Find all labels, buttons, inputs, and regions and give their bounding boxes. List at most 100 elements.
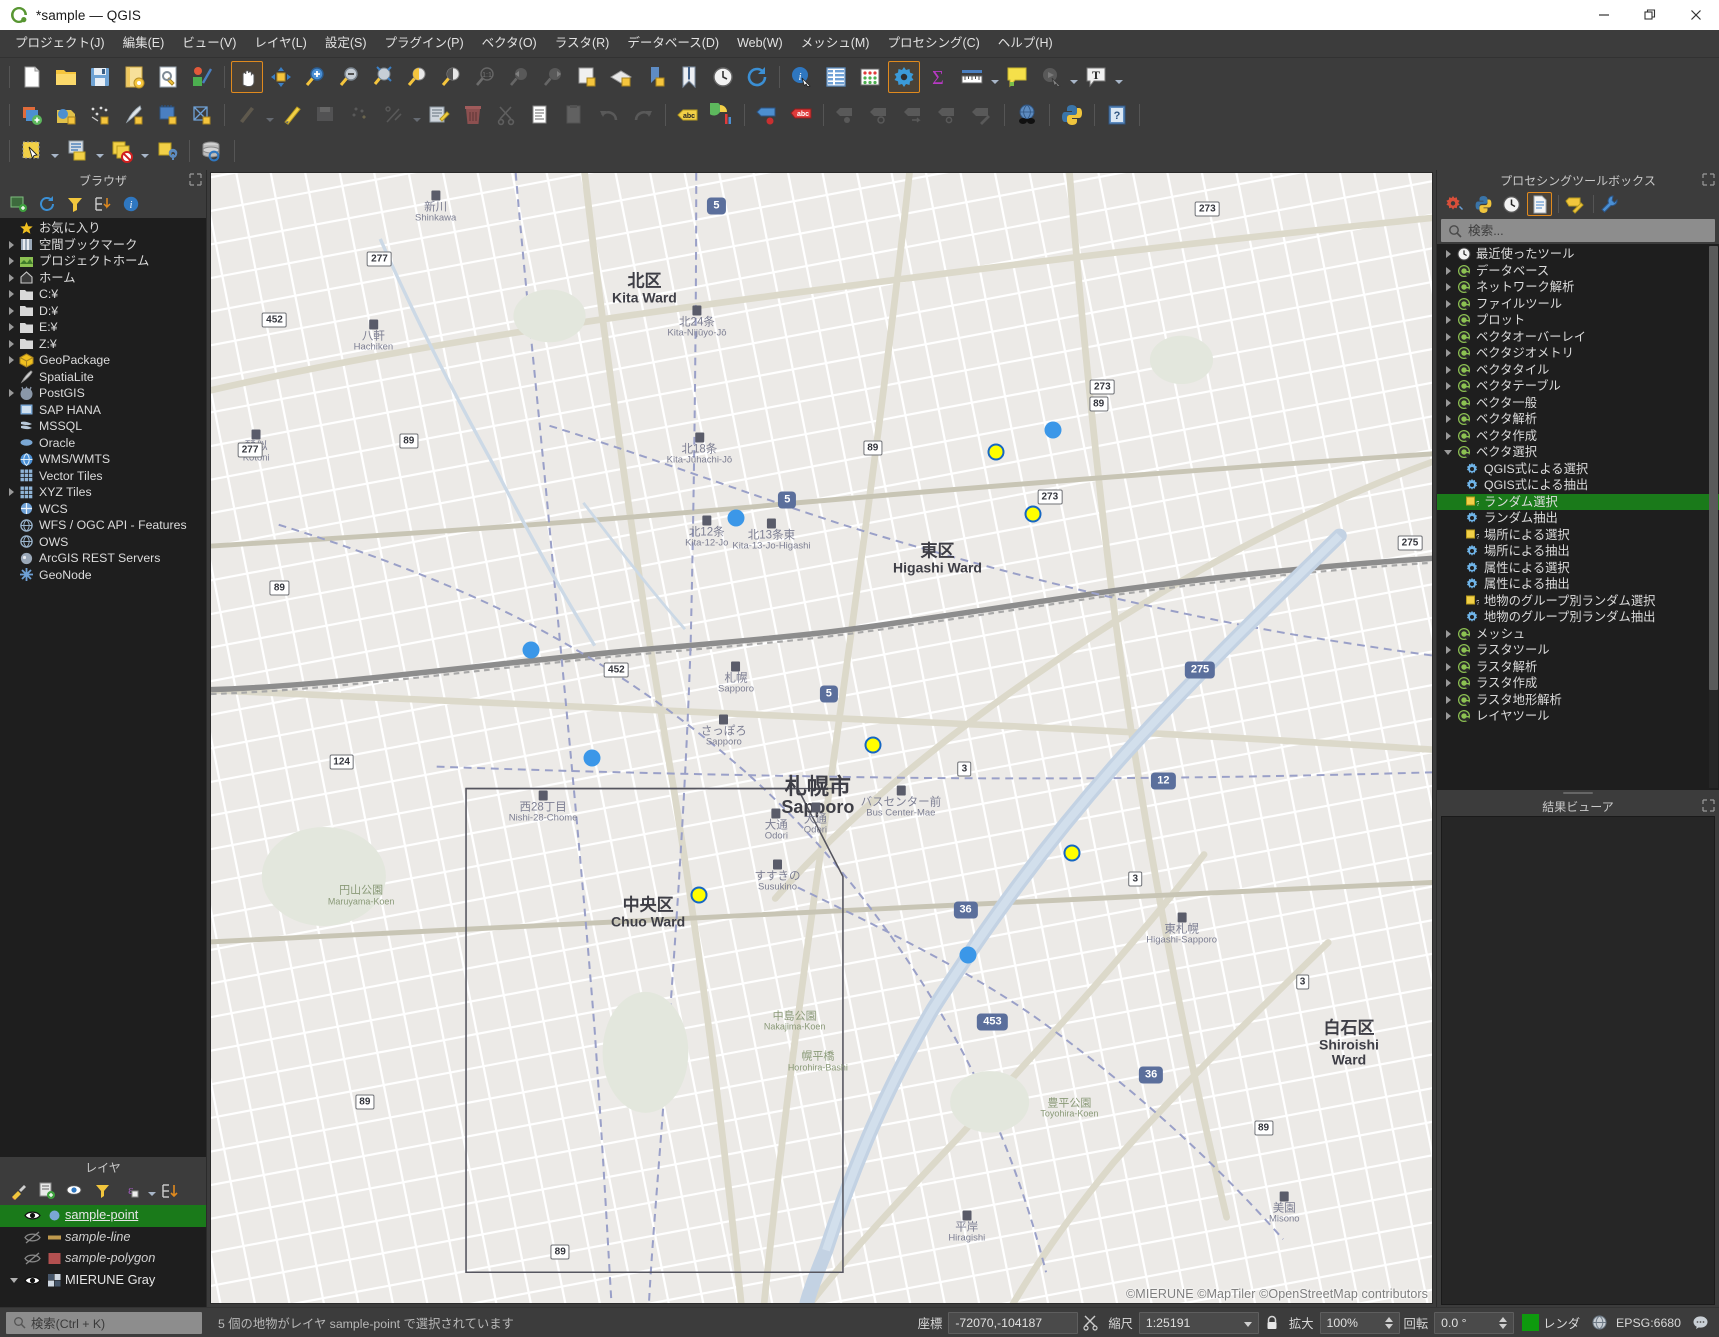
expander-icon[interactable] <box>4 385 18 401</box>
vertex-tool-dropdown-arrow[interactable] <box>411 99 422 131</box>
expander-icon[interactable] <box>1441 411 1455 427</box>
toolbox-item-4[interactable]: プロット <box>1437 312 1719 329</box>
statistical-summary-button[interactable] <box>854 61 886 93</box>
refresh-icon[interactable] <box>34 192 59 216</box>
pin-labels-button[interactable]: abc <box>785 99 817 131</box>
identify-features-button[interactable]: i <box>786 61 818 93</box>
browser-item-12[interactable]: MSSQL <box>0 418 206 435</box>
add-postgis-layer-button[interactable] <box>152 99 184 131</box>
manage-layer-visibility-icon[interactable] <box>62 1179 87 1203</box>
properties-info-icon[interactable]: i <box>118 192 143 216</box>
diagram-layer-button[interactable] <box>706 99 738 131</box>
database-manager-button[interactable] <box>196 135 228 167</box>
browser-item-16[interactable]: XYZ Tiles <box>0 484 206 501</box>
menu-processing[interactable]: プロセシング(C) <box>878 34 988 53</box>
messages-icon[interactable] <box>1691 1314 1709 1332</box>
map-feature[interactable] <box>1044 421 1062 438</box>
browser-item-10[interactable]: PostGIS <box>0 385 206 402</box>
lock-icon[interactable] <box>1263 1314 1281 1332</box>
undo-button[interactable] <box>593 99 625 131</box>
menu-mesh[interactable]: メッシュ(M) <box>792 34 879 53</box>
rotation-spinbox[interactable]: 0.0 ° <box>1434 1311 1515 1334</box>
python-console-button[interactable] <box>1056 99 1088 131</box>
new-map-view-button[interactable] <box>571 61 603 93</box>
new-3d-map-view-button[interactable] <box>605 61 637 93</box>
select-value-button[interactable] <box>151 135 183 167</box>
locator-search-box[interactable]: 検索(Ctrl + K) <box>6 1311 202 1334</box>
expander-icon[interactable] <box>1441 345 1455 361</box>
select-features-button[interactable] <box>16 135 48 167</box>
browser-item-9[interactable]: SpatiaLite <box>0 369 206 386</box>
toolbox-item-11[interactable]: ベクタ作成 <box>1437 428 1719 445</box>
toolbox-item-13[interactable]: QGIS式による選択 <box>1437 461 1719 478</box>
toolbox-item-3[interactable]: ファイルツール <box>1437 296 1719 313</box>
deselect-features-button[interactable] <box>106 135 138 167</box>
visibility-off-icon[interactable] <box>21 1252 43 1265</box>
expander-icon[interactable] <box>1441 395 1455 411</box>
browser-item-18[interactable]: WFS / OGC API - Features <box>0 517 206 534</box>
expander-icon[interactable] <box>4 336 18 352</box>
redo-button[interactable] <box>627 99 659 131</box>
toolbox-item-17[interactable]: ? 場所による選択 <box>1437 527 1719 544</box>
toolbox-item-19[interactable]: 属性による選択 <box>1437 560 1719 577</box>
browser-item-13[interactable]: Oracle <box>0 435 206 452</box>
map-feature-selected[interactable] <box>1024 505 1042 523</box>
rotate-label-button[interactable] <box>864 99 896 131</box>
history-icon[interactable] <box>1499 192 1524 216</box>
layout-manager-button[interactable] <box>152 61 184 93</box>
expander-icon[interactable] <box>4 270 18 286</box>
zoom-full-button[interactable] <box>367 61 399 93</box>
zoom-next-button[interactable] <box>537 61 569 93</box>
filter-legend-icon[interactable] <box>90 1179 115 1203</box>
browser-item-6[interactable]: E:¥ <box>0 319 206 336</box>
add-spatialite-layer-button[interactable] <box>118 99 150 131</box>
browser-item-17[interactable]: WCS <box>0 501 206 518</box>
expander-icon[interactable] <box>1441 263 1455 279</box>
delete-selected-button[interactable] <box>457 99 489 131</box>
expander-icon[interactable] <box>1441 692 1455 708</box>
toolbox-item-6[interactable]: ベクタジオメトリ <box>1437 345 1719 362</box>
current-edits-button[interactable] <box>231 99 263 131</box>
expander-icon[interactable] <box>1441 312 1455 328</box>
expander-icon[interactable] <box>1441 428 1455 444</box>
show-hide-labels-button[interactable] <box>932 99 964 131</box>
paste-features-button[interactable] <box>559 99 591 131</box>
menu-database[interactable]: データベース(D) <box>618 34 728 53</box>
menu-view[interactable]: ビュー(V) <box>173 34 245 53</box>
expander-icon[interactable] <box>1441 279 1455 295</box>
toolbox-search-box[interactable] <box>1441 219 1715 242</box>
toolbox-item-7[interactable]: ベクタタイル <box>1437 362 1719 379</box>
zoom-out-button[interactable] <box>333 61 365 93</box>
browser-item-19[interactable]: OWS <box>0 534 206 551</box>
save-project-button[interactable] <box>84 61 116 93</box>
toolbox-item-18[interactable]: 場所による抽出 <box>1437 543 1719 560</box>
label-layer-button[interactable]: abc <box>672 99 704 131</box>
results-viewer-body[interactable] <box>1441 816 1715 1305</box>
browser-item-0[interactable]: お気に入り <box>0 220 206 237</box>
expander-icon[interactable] <box>1441 708 1455 724</box>
magnifier-spinbox[interactable]: 100% <box>1319 1311 1400 1334</box>
feature-action-dropdown-arrow[interactable] <box>1068 61 1079 93</box>
toolbox-item-21[interactable]: ? 地物のグループ別ランダム選択 <box>1437 593 1719 610</box>
coordinate-field[interactable]: -72070,-104187 <box>948 1311 1079 1334</box>
zoom-in-button[interactable] <box>299 61 331 93</box>
temporal-controller-button[interactable] <box>707 61 739 93</box>
menu-vector[interactable]: ベクタ(O) <box>473 34 546 53</box>
map-feature-selected[interactable] <box>864 736 882 754</box>
current-edits-dropdown-arrow[interactable] <box>264 99 275 131</box>
toolbox-options-icon[interactable] <box>1443 192 1468 216</box>
zoom-to-selection-button[interactable] <box>401 61 433 93</box>
expander-icon[interactable] <box>4 319 18 335</box>
expander-icon[interactable] <box>1441 296 1455 312</box>
expander-icon[interactable] <box>1441 362 1455 378</box>
add-feature-button[interactable] <box>344 99 376 131</box>
browser-item-14[interactable]: WMS/WMTS <box>0 451 206 468</box>
menu-plugins[interactable]: プラグイン(P) <box>376 34 473 53</box>
measure-dropdown-arrow[interactable] <box>989 61 1000 93</box>
toolbox-item-26[interactable]: ラスタ作成 <box>1437 675 1719 692</box>
modify-attributes-button[interactable] <box>423 99 455 131</box>
collapse-all-icon[interactable] <box>90 192 115 216</box>
toggle-editing-button[interactable] <box>276 99 308 131</box>
toolbox-item-25[interactable]: ラスタ解析 <box>1437 659 1719 676</box>
edit-model-icon[interactable] <box>1562 192 1587 216</box>
